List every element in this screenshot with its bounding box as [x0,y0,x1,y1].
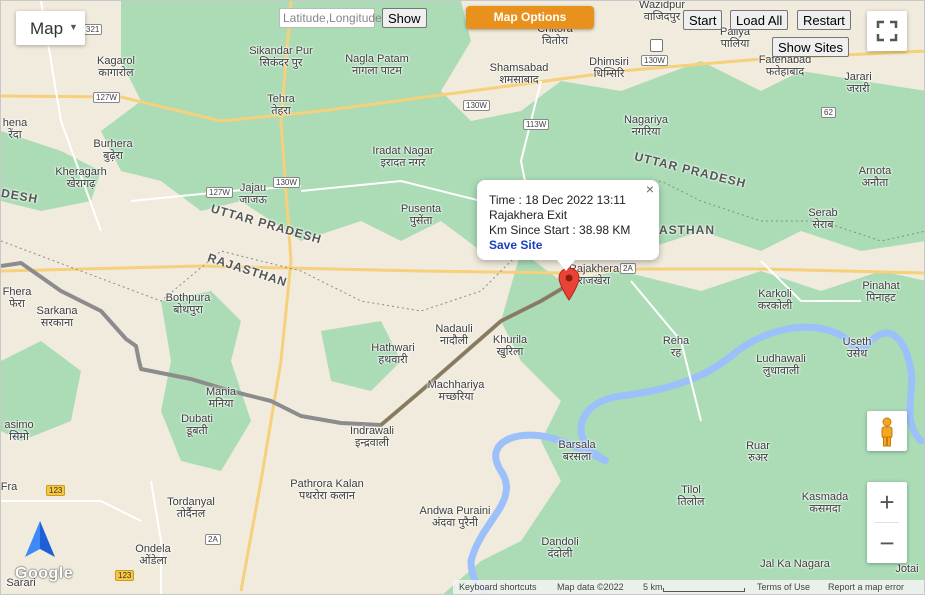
road-shield: 2A [620,263,636,274]
map-type-button[interactable]: Map ▼ [16,11,85,45]
road-shield: 130W [463,100,490,111]
place-label: Machhariya मच्छरिया [427,379,485,403]
zoom-out-button[interactable]: − [867,523,907,563]
place-label: Nagariya नगरिया [623,114,669,138]
scale-bar [663,588,745,592]
map-type-label: Map [30,19,64,38]
google-logo: Google [15,565,74,582]
place-label: Dhimsiri धिम्सिरि [589,56,629,80]
info-time: Time : 18 Dec 2022 13:11 [489,193,626,207]
road-shield: 127W [93,92,120,103]
place-label: Andwa Puraini अंदवा पुरैनी [419,505,491,529]
place-label: Fra [0,481,18,493]
coordinates-input[interactable]: Latitude,Longitude [279,8,382,28]
place-label: Burhera बुढ़ेरा [93,138,133,162]
map-canvas[interactable]: 321 127W 127W 130W 130W 113W 130W 62 2A … [0,0,925,595]
app-logo-icon [25,521,55,557]
info-tail [557,260,575,271]
keyboard-shortcuts-link[interactable]: Keyboard shortcuts [459,580,537,594]
place-label: Indrawali इन्द्रवाली [349,425,395,449]
chevron-down-icon: ▼ [69,22,78,32]
place-label: Dandoli दंदोली [541,536,579,560]
place-label: Barsala बरसला [558,439,596,463]
place-label: Fhera फेरा [2,286,32,310]
road-shield: 321 [83,24,103,35]
road-shield: 127W [206,187,233,198]
show-checkbox[interactable] [650,39,663,52]
road-shield: 130W [641,55,668,66]
scale-label: 5 km [643,582,663,592]
report-error-link[interactable]: Report a map error [828,580,904,594]
place-label: Arnota अनौता [858,165,892,189]
place-label: Kasmada कसमदा [801,491,849,515]
pegman-icon [881,417,893,447]
state-label: ASTHAN [659,223,715,237]
place-label: Nagla Patam नागला पाटम [345,53,409,77]
place-label: Fatehabad फतेहाबाद [758,54,812,78]
place-label: Karkoli करकोली [757,288,793,312]
place-label: Jajau जाजऊ [239,182,267,206]
place-label: Nadauli नादौली [435,323,473,347]
road-shield: 130W [273,177,300,188]
restart-button[interactable]: Restart [797,10,851,30]
place-label: Pathrora Kalan पथरोरा कलान [290,478,364,502]
map-data-text: Map data ©2022 [557,582,624,592]
info-km: Km Since Start : 38.98 KM [489,223,631,237]
road-shield: 2A [205,534,221,545]
place-label: Jal Ka Nagara [760,558,830,570]
road-shield: 62 [821,107,836,118]
place-label: Ludhawali लुधावाली [756,353,806,377]
place-label: hena रेंदा [2,117,28,141]
zoom-control: + − [867,482,907,563]
place-label: Jarari जरारी [844,71,872,95]
map-footer: Keyboard shortcuts Map data ©2022 5 km T… [453,580,924,594]
place-label: Shamsabad शमसाबाद [489,62,549,86]
place-label: Reha रह [662,335,690,359]
place-label: Hathwari हथवारी [371,342,415,366]
place-label: Serab सेराब [808,207,838,231]
start-button[interactable]: Start [683,10,723,30]
place-label: Sikandar Pur सिकंदर पुर [249,45,313,69]
save-site-link[interactable]: Save Site [489,238,542,252]
place-label: Kheragarh खेरागढ़ [55,166,107,190]
place-label: Useth उसेथ [842,336,872,360]
place-label: Tilol तिलोल [677,484,705,508]
show-coordinates-button[interactable]: Show [382,8,427,28]
load-all-button[interactable]: Load All [730,10,789,30]
close-icon[interactable]: × [646,181,654,197]
place-label: Ruar रुअर [746,440,770,464]
fullscreen-button[interactable] [867,11,907,51]
show-sites-button[interactable]: Show Sites [772,37,850,57]
road-shield: 123 [46,485,66,496]
place-label: asimo सिमो [4,419,34,443]
fullscreen-icon [876,20,898,42]
street-view-button[interactable] [867,411,907,451]
zoom-in-button[interactable]: + [867,482,907,522]
road-shield: 123 [115,570,135,581]
place-label: Mania मनिया [206,386,236,410]
map-marker-icon[interactable] [558,267,580,301]
place-label: Bothpura बोथपुरा [165,292,211,316]
road-shield: 113W [523,119,550,130]
place-label: Tehra तेहरा [267,93,295,117]
place-label: Sarkana सरकाना [36,305,78,329]
terms-link[interactable]: Terms of Use [757,580,810,594]
place-label: Pusenta पुसेंता [400,203,442,227]
place-label: Wazidpur वाजिदपुर [638,0,686,23]
place-label: Jotai [895,563,919,575]
place-label: Khurila खुरिला [492,334,528,358]
map-options-button[interactable]: Map Options [466,6,594,29]
info-location: Rajakhera Exit [489,208,568,222]
place-label: Pinahat पिनाहट [862,280,900,304]
place-label: Dubati डूबती [181,413,213,437]
place-label: Iradat Nagar इरादत नगर [372,145,434,169]
place-label: Tordanyal तोर्दैनल [167,496,215,520]
place-label: Kagarol कागारोल [97,55,135,79]
info-window: Time : 18 Dec 2022 13:11 Rajakhera Exit … [477,180,659,271]
place-label: Ondela ओंडेला [135,543,171,567]
